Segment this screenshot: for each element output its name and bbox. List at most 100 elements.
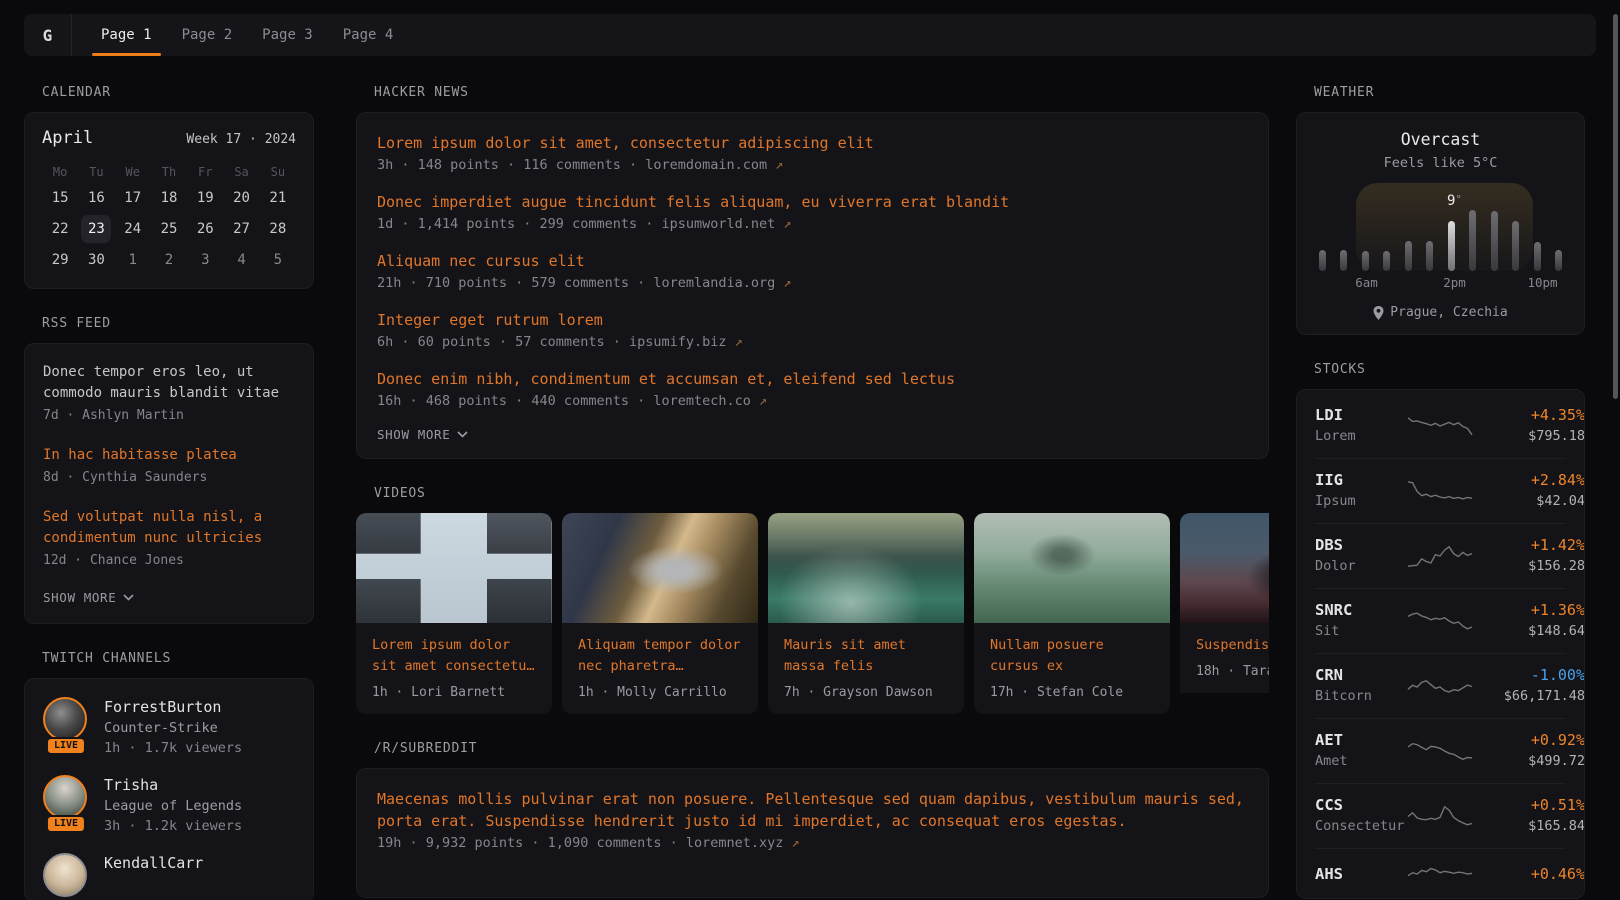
stock-sparkline-chart bbox=[1407, 672, 1473, 700]
video-thumbnail[interactable] bbox=[562, 513, 758, 623]
vertical-scrollbar-thumb[interactable] bbox=[1613, 14, 1618, 399]
stock-row[interactable]: DBS Dolor +1.42% $156.28 bbox=[1315, 523, 1566, 588]
calendar-day: 15 bbox=[42, 184, 78, 213]
calendar-day: 5 bbox=[260, 246, 296, 275]
page-tabs: Page 1 Page 2 Page 3 Page 4 bbox=[92, 14, 414, 56]
video-card[interactable]: Lorem ipsum dolor sit amet consectetu… 1… bbox=[356, 513, 552, 714]
reddit-post-domain-link[interactable]: loremnet.xyz bbox=[686, 835, 784, 851]
calendar-day: 23 bbox=[78, 215, 114, 244]
twitch-channel-name[interactable]: ForrestBurton bbox=[104, 697, 242, 718]
video-title[interactable]: Lorem ipsum dolor sit amet consectetu… bbox=[372, 635, 536, 677]
page-tab[interactable]: Page 4 bbox=[334, 14, 403, 56]
stock-identity: DBS Dolor bbox=[1315, 535, 1407, 576]
stock-name: Sit bbox=[1315, 621, 1407, 641]
video-thumbnail[interactable] bbox=[974, 513, 1170, 623]
stock-values: +0.51% $165.84 bbox=[1473, 795, 1585, 836]
weather-condition: Overcast bbox=[1315, 130, 1566, 149]
hackernews-item-title[interactable]: Donec imperdiet augue tincidunt felis al… bbox=[377, 191, 1248, 213]
stock-row[interactable]: CRN Bitcorn -1.00% $66,171.48 bbox=[1315, 653, 1566, 718]
page-tab[interactable]: Page 3 bbox=[253, 14, 322, 56]
weather-bar bbox=[1383, 251, 1390, 271]
video-card[interactable]: Mauris sit amet massa felis 7h · Grayson… bbox=[768, 513, 964, 714]
hackernews-item-domain-link[interactable]: ipsumify.biz bbox=[629, 334, 727, 350]
stock-values: +1.36% $148.64 bbox=[1473, 600, 1585, 641]
stock-change-percent: +0.51% bbox=[1473, 795, 1585, 816]
twitch-channel-row[interactable]: LIVE Trisha League of Legends 3h · 1.2k … bbox=[43, 775, 295, 836]
hackernews-item-domain-link[interactable]: loremtech.co bbox=[653, 393, 751, 409]
calendar-weekday-label: Su bbox=[260, 160, 296, 184]
rss-item: Donec tempor eros leo, ut commodo mauris… bbox=[43, 362, 295, 426]
avatar bbox=[43, 697, 87, 741]
rss-item-meta: 7d · Ashlyn Martin bbox=[43, 406, 295, 426]
video-thumbnail[interactable] bbox=[768, 513, 964, 623]
middle-column: HACKER NEWS Lorem ipsum dolor sit amet, … bbox=[356, 85, 1269, 900]
stock-row[interactable]: SNRC Sit +1.36% $148.64 bbox=[1315, 588, 1566, 653]
hackernews-item-domain-link[interactable]: ipsumworld.net bbox=[661, 216, 775, 232]
stock-price: $66,171.48 bbox=[1473, 686, 1585, 706]
twitch-channel-name[interactable]: Trisha bbox=[104, 775, 242, 796]
stock-symbol: IIG bbox=[1315, 470, 1407, 491]
video-title[interactable]: Aliquam tempor dolor nec pharetra… bbox=[578, 635, 742, 677]
video-title[interactable]: Nullam posuere cursus ex bbox=[990, 635, 1154, 677]
hackernews-item-domain-link[interactable]: loremlandia.org bbox=[653, 275, 775, 291]
rss-item-title[interactable]: Sed volutpat nulla nisl, a condimentum n… bbox=[43, 507, 295, 549]
twitch-channel-row[interactable]: LIVE KendallCarr bbox=[43, 853, 295, 900]
weather-bar bbox=[1340, 250, 1347, 271]
stock-row[interactable]: CCS Consectetur +0.51% $165.84 bbox=[1315, 783, 1566, 848]
calendar-section: CALENDAR April Week 17 · 2024 MoTuWeThFr… bbox=[24, 85, 314, 289]
calendar-day: 1 bbox=[115, 246, 151, 275]
video-title[interactable]: Mauris sit amet massa felis bbox=[784, 635, 948, 677]
hackernews-item-title[interactable]: Aliquam nec cursus elit bbox=[377, 250, 1248, 272]
page-tab[interactable]: Page 1 bbox=[92, 14, 161, 56]
stock-row[interactable]: AET Amet +0.92% $499.72 bbox=[1315, 718, 1566, 783]
external-link-icon: ↗ bbox=[783, 216, 791, 232]
video-thumbnail[interactable] bbox=[1180, 513, 1269, 623]
stock-row[interactable]: AHS +0.46% bbox=[1315, 848, 1566, 899]
twitch-section: TWITCH CHANNELS LIVE ForrestBurton Count… bbox=[24, 651, 314, 900]
page-tab[interactable]: Page 2 bbox=[173, 14, 242, 56]
rss-show-more-button[interactable]: SHOW MORE bbox=[43, 590, 295, 605]
stock-values: +2.84% $42.04 bbox=[1473, 470, 1585, 511]
hackernews-item-title[interactable]: Integer eget rutrum lorem bbox=[377, 309, 1248, 331]
video-title[interactable]: Suspendisse diam bbox=[1196, 635, 1269, 656]
rss-widget: Donec tempor eros leo, ut commodo mauris… bbox=[24, 343, 314, 624]
page-tab-label: Page 3 bbox=[262, 27, 313, 43]
stock-price: $499.72 bbox=[1473, 751, 1585, 771]
rss-item-title[interactable]: In hac habitasse platea bbox=[43, 445, 295, 466]
stock-values: -1.00% $66,171.48 bbox=[1473, 665, 1585, 706]
twitch-channel-name[interactable]: KendallCarr bbox=[104, 853, 203, 874]
stock-price: $156.28 bbox=[1473, 556, 1585, 576]
weather-bar bbox=[1405, 241, 1412, 271]
weather-bar bbox=[1319, 250, 1326, 271]
reddit-post: Maecenas mollis pulvinar erat non posuer… bbox=[377, 788, 1248, 853]
app-logo[interactable]: G bbox=[24, 14, 72, 56]
twitch-widget: LIVE ForrestBurton Counter-Strike 1h · 1… bbox=[24, 678, 314, 900]
calendar-weekday-label: We bbox=[115, 160, 151, 184]
hackernews-item-meta: 1d · 1,414 points · 299 comments · ipsum… bbox=[377, 214, 1248, 234]
videos-widget: Lorem ipsum dolor sit amet consectetu… 1… bbox=[356, 513, 1269, 714]
twitch-channel-row[interactable]: LIVE ForrestBurton Counter-Strike 1h · 1… bbox=[43, 697, 295, 758]
hackernews-item-domain-link[interactable]: loremdomain.com bbox=[645, 157, 767, 173]
stock-symbol: SNRC bbox=[1315, 600, 1407, 621]
stock-price: $148.64 bbox=[1473, 621, 1585, 641]
video-card[interactable]: Suspendisse diam 18h · Tara bbox=[1180, 513, 1269, 714]
reddit-post-title[interactable]: Maecenas mollis pulvinar erat non posuer… bbox=[377, 788, 1248, 832]
hackernews-item-title[interactable]: Donec enim nibh, condimentum et accumsan… bbox=[377, 368, 1248, 390]
video-card[interactable]: Aliquam tempor dolor nec pharetra… 1h · … bbox=[562, 513, 758, 714]
video-meta: 1h · Molly Carrillo bbox=[578, 685, 742, 700]
rss-item-title[interactable]: Donec tempor eros leo, ut commodo mauris… bbox=[43, 362, 295, 404]
calendar-weekday-label: Mo bbox=[42, 160, 78, 184]
stock-change-percent: +0.92% bbox=[1473, 730, 1585, 751]
external-link-icon: ↗ bbox=[783, 275, 791, 291]
hackernews-show-more-button[interactable]: SHOW MORE bbox=[377, 427, 1248, 442]
video-thumbnail[interactable] bbox=[356, 513, 552, 623]
stock-row[interactable]: LDI Lorem +4.35% $795.18 bbox=[1315, 394, 1566, 458]
calendar-day: 19 bbox=[187, 184, 223, 213]
video-meta: 17h · Stefan Cole bbox=[990, 685, 1154, 700]
stock-row[interactable]: IIG Ipsum +2.84% $42.04 bbox=[1315, 458, 1566, 523]
twitch-avatar-wrap: LIVE bbox=[43, 853, 89, 900]
weather-time-label: 6am bbox=[1355, 275, 1378, 290]
weather-time-label: 10pm bbox=[1527, 275, 1557, 290]
hackernews-item-title[interactable]: Lorem ipsum dolor sit amet, consectetur … bbox=[377, 132, 1248, 154]
video-card[interactable]: Nullam posuere cursus ex 17h · Stefan Co… bbox=[974, 513, 1170, 714]
